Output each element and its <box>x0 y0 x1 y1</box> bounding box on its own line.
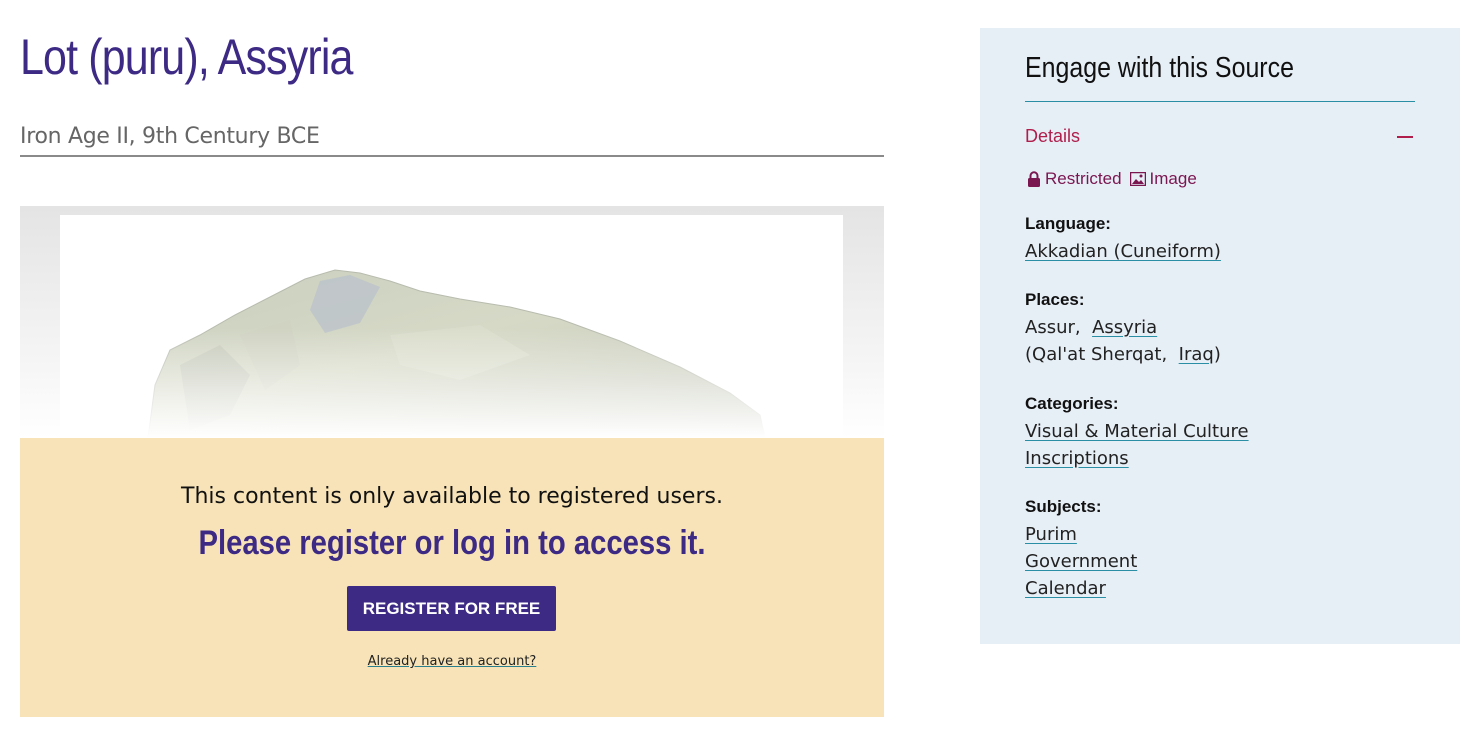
places-label: Places: <box>1025 290 1085 309</box>
places-line-1: Assur, Assyria <box>1025 317 1157 338</box>
image-fade-overlay <box>60 328 843 438</box>
image-icon <box>1129 172 1146 186</box>
place-assur: Assur, <box>1025 317 1081 338</box>
artifact-image <box>60 215 843 438</box>
sidebar-heading: Engage with this Source <box>1025 52 1415 102</box>
register-button[interactable]: REGISTER FOR FREE <box>347 586 556 631</box>
places-line-2: (Qal'at Sherqat, Iraq) <box>1025 344 1221 365</box>
subject-link-calendar[interactable]: Calendar <box>1025 578 1106 599</box>
access-badges: Restricted Image <box>1027 169 1197 189</box>
category-link-inscriptions[interactable]: Inscriptions <box>1025 448 1129 469</box>
login-link-text[interactable]: Already have an account? <box>368 654 537 669</box>
image-preview <box>20 206 884 438</box>
page-title: Lot (puru), Assyria <box>20 29 353 85</box>
collapse-minus-icon[interactable] <box>1397 136 1413 138</box>
language-label: Language: <box>1025 214 1111 233</box>
sidebar-heading-text: Engage with this Source <box>1025 52 1294 84</box>
category-link-visual-material-culture[interactable]: Visual & Material Culture <box>1025 421 1249 442</box>
subject-link-government[interactable]: Government <box>1025 551 1137 572</box>
registration-gate: This content is only available to regist… <box>20 438 884 717</box>
login-link[interactable]: Already have an account? <box>20 654 884 669</box>
lock-icon <box>1028 170 1040 187</box>
details-label: Details <box>1025 126 1081 146</box>
subject-link-purim[interactable]: Purim <box>1025 524 1077 545</box>
image-badge: Image <box>1149 169 1197 188</box>
page-subtitle: Iron Age II, 9th Century BCE <box>20 124 884 157</box>
gate-call-to-action: Please register or log in to access it. <box>198 524 706 562</box>
language-link[interactable]: Akkadian (Cuneiform) <box>1025 241 1221 262</box>
engage-sidebar: Engage with this Source Details Restrict… <box>980 28 1460 644</box>
subjects-label: Subjects: <box>1025 497 1102 516</box>
place-qalat-sherqat: (Qal'at Sherqat, <box>1025 344 1168 365</box>
place-paren-close: ) <box>1213 344 1221 365</box>
details-accordion-toggle[interactable]: Details <box>1025 126 1415 150</box>
place-link-iraq[interactable]: Iraq <box>1179 344 1214 365</box>
restricted-badge: Restricted <box>1045 169 1122 188</box>
gate-message: This content is only available to regist… <box>181 484 723 509</box>
categories-label: Categories: <box>1025 394 1119 413</box>
place-link-assyria[interactable]: Assyria <box>1092 317 1157 338</box>
